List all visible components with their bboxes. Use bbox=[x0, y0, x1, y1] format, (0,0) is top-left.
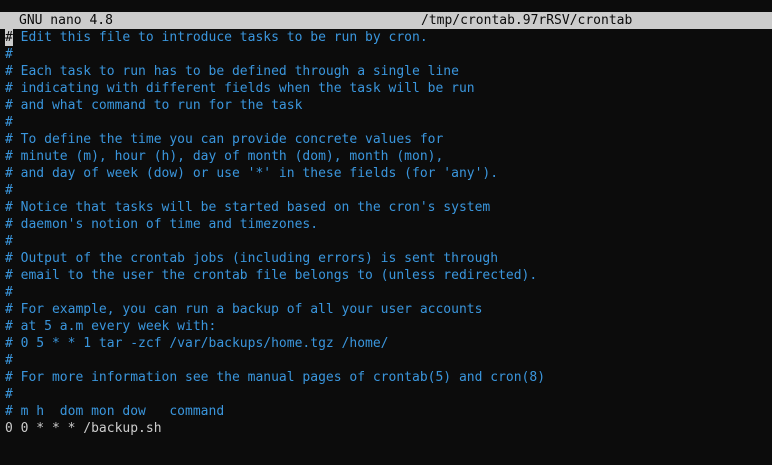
editor-line[interactable]: # bbox=[5, 233, 772, 250]
editor-line[interactable]: # bbox=[5, 114, 772, 131]
editor-line[interactable]: # daemon's notion of time and timezones. bbox=[5, 216, 772, 233]
editor-line[interactable]: # minute (m), hour (h), day of month (do… bbox=[5, 148, 772, 165]
editor-line[interactable]: # For more information see the manual pa… bbox=[5, 369, 772, 386]
editor-line[interactable]: # bbox=[5, 284, 772, 301]
editor-line[interactable]: # Notice that tasks will be started base… bbox=[5, 199, 772, 216]
editor-line[interactable]: # Output of the crontab jobs (including … bbox=[5, 250, 772, 267]
cron-job-line[interactable]: 0 0 * * * /backup.sh bbox=[5, 420, 772, 437]
editor-line[interactable]: # bbox=[5, 182, 772, 199]
file-path-label: /tmp/crontab.97rRSV/crontab bbox=[421, 13, 633, 28]
editor-line[interactable]: # To define the time you can provide con… bbox=[5, 131, 772, 148]
editor-text-area[interactable]: # Edit this file to introduce tasks to b… bbox=[5, 29, 772, 437]
editor-line[interactable]: # Edit this file to introduce tasks to b… bbox=[5, 29, 772, 46]
comment-text: Edit this file to introduce tasks to be … bbox=[12, 30, 428, 45]
editor-line[interactable]: # 0 5 * * 1 tar -zcf /var/backups/home.t… bbox=[5, 335, 772, 352]
editor-line[interactable]: # bbox=[5, 386, 772, 403]
nano-title-bar: GNU nano 4.8 /tmp/crontab.97rRSV/crontab bbox=[0, 12, 772, 29]
terminal-window[interactable]: GNU nano 4.8 /tmp/crontab.97rRSV/crontab… bbox=[0, 0, 772, 465]
text-cursor: # bbox=[5, 29, 13, 46]
editor-line[interactable]: # bbox=[5, 352, 772, 369]
editor-line[interactable]: # Each task to run has to be defined thr… bbox=[5, 63, 772, 80]
editor-line[interactable]: # and what command to run for the task bbox=[5, 97, 772, 114]
nano-version-label: GNU nano 4.8 bbox=[19, 13, 113, 28]
editor-line[interactable]: # email to the user the crontab file bel… bbox=[5, 267, 772, 284]
editor-line[interactable]: # bbox=[5, 46, 772, 63]
editor-line[interactable]: # For example, you can run a backup of a… bbox=[5, 301, 772, 318]
editor-line[interactable]: # indicating with different fields when … bbox=[5, 80, 772, 97]
editor-line[interactable]: # at 5 a.m every week with: bbox=[5, 318, 772, 335]
editor-line[interactable]: # and day of week (dow) or use '*' in th… bbox=[5, 165, 772, 182]
editor-line[interactable]: # m h dom mon dow command bbox=[5, 403, 772, 420]
